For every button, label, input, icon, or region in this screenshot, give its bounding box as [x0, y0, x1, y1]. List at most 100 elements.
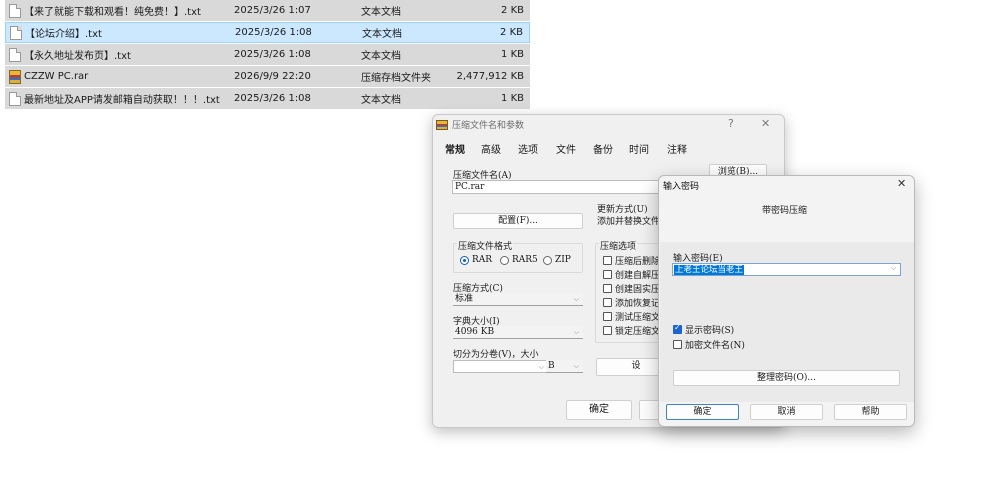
enter-password-dialog: 输入密码 ✕ 带密码压缩 输入密码(E) 上老王论坛当老王 ⌵ 显示密码(S) … — [658, 175, 915, 427]
dictionary-size-select[interactable]: 4096 KB ⌵ — [453, 326, 583, 339]
file-size: 1 KB — [501, 93, 524, 104]
add-recovery-record-checkbox[interactable]: 添加恢复记 — [603, 296, 660, 309]
txt-file-icon — [9, 3, 21, 18]
checkbox-icon — [603, 298, 612, 307]
radio-icon — [543, 255, 552, 265]
chevron-down-icon: ⌵ — [573, 328, 579, 336]
checkbox-icon — [603, 312, 612, 321]
option-label: 添加恢复记 — [615, 299, 661, 309]
archive-name-input[interactable]: PC.rar — [452, 180, 692, 194]
format-rar5-label: RAR5 — [512, 255, 538, 265]
tab-bar: 常规 高级 选项 文件 备份 时间 注释 — [433, 141, 784, 159]
password-dialog-title: 输入密码 — [663, 182, 700, 192]
compression-method-value: 标准 — [455, 294, 474, 304]
close-icon[interactable]: ✕ — [761, 117, 770, 130]
file-row[interactable]: 【永久地址发布页】.txt 2025/3/26 1:08 文本文档 1 KB — [5, 44, 530, 65]
compression-method-select[interactable]: 标准 ⌵ — [453, 293, 583, 306]
checkbox-icon — [603, 326, 612, 335]
tab-options[interactable]: 选项 — [518, 141, 538, 156]
option-label: 锁定压缩文 — [615, 327, 661, 337]
file-type: 文本文档 — [362, 29, 402, 40]
compression-options-label: 压缩选项 — [599, 239, 638, 252]
tab-comment[interactable]: 注释 — [667, 141, 687, 156]
txt-file-icon — [9, 47, 21, 62]
file-size: 2,477,912 KB — [456, 71, 525, 82]
dictionary-size-value: 4096 KB — [455, 327, 495, 337]
file-date: 2025/3/26 1:08 — [235, 27, 312, 38]
checkbox-icon — [603, 284, 612, 293]
file-name: 【论坛介绍】.txt — [25, 29, 102, 40]
split-volumes-label: 切分为分卷(V)，大小 — [453, 350, 539, 360]
organize-passwords-button[interactable]: 整理密码(O)... — [673, 370, 900, 386]
split-size-input[interactable]: ⌵ — [453, 360, 549, 373]
checkbox-icon — [603, 270, 612, 279]
update-mode-select[interactable]: 添加并替换文件 — [597, 214, 660, 227]
file-size: 1 KB — [501, 49, 524, 60]
file-row[interactable]: CZZW PC.rar 2026/9/9 22:20 压缩存档文件夹 2,477… — [5, 66, 530, 87]
txt-file-icon — [9, 91, 21, 106]
file-row[interactable]: 最新地址及APP请发邮箱自动获取！！！.txt 2025/3/26 1:08 文… — [5, 88, 530, 109]
profiles-button[interactable]: 配置(F)... — [453, 213, 583, 229]
delete-after-archiving-checkbox[interactable]: 压缩后删除 — [603, 254, 660, 267]
format-rar-radio[interactable]: RAR — [460, 255, 492, 265]
radio-icon — [500, 255, 509, 265]
ok-button[interactable]: 确定 — [666, 404, 739, 420]
file-type: 文本文档 — [361, 95, 401, 106]
password-input[interactable]: 上老王论坛当老王 ⌵ — [672, 263, 901, 276]
file-date: 2025/3/26 1:07 — [234, 5, 311, 16]
file-list: 【来了就能下载和观看！纯免费！】.txt 2025/3/26 1:07 文本文档… — [5, 0, 530, 110]
radio-selected-icon — [460, 255, 469, 265]
file-size: 2 KB — [500, 27, 523, 38]
tab-time[interactable]: 时间 — [629, 141, 649, 156]
file-type: 压缩存档文件夹 — [361, 73, 431, 84]
format-rar5-radio[interactable]: RAR5 — [500, 255, 538, 265]
format-rar-label: RAR — [472, 255, 493, 265]
file-type: 文本文档 — [361, 7, 401, 18]
tab-advanced[interactable]: 高级 — [481, 141, 501, 156]
file-date: 2025/3/26 1:08 — [234, 49, 311, 60]
encrypt-filenames-checkbox[interactable]: 加密文件名(N) — [673, 338, 745, 351]
dialog-title: 压缩文件名和参数 — [452, 121, 525, 131]
file-date: 2026/9/9 22:20 — [234, 71, 311, 82]
txt-file-icon — [10, 25, 22, 40]
show-password-checkbox[interactable]: 显示密码(S) — [673, 323, 734, 336]
close-icon[interactable]: ✕ — [897, 177, 906, 190]
ok-button[interactable]: 确定 — [566, 400, 632, 420]
split-unit-value: B — [548, 361, 555, 371]
password-dialog-heading: 带密码压缩 — [762, 206, 808, 216]
file-type: 文本文档 — [361, 51, 401, 62]
tab-files[interactable]: 文件 — [556, 141, 576, 156]
password-dialog-header: 带密码压缩 — [659, 194, 914, 242]
create-sfx-checkbox[interactable]: 创建自解压 — [603, 268, 660, 281]
checkbox-icon — [603, 256, 612, 265]
help-button[interactable]: 帮助 — [834, 404, 907, 420]
rar-archive-icon — [9, 69, 21, 84]
help-question-icon[interactable]: ? — [728, 117, 734, 130]
file-name: 【永久地址发布页】.txt — [24, 51, 131, 62]
file-name: CZZW PC.rar — [24, 71, 89, 82]
option-label: 压缩后删除 — [615, 257, 661, 267]
test-archived-files-checkbox[interactable]: 测试压缩文 — [603, 310, 660, 323]
checkbox-checked-icon — [673, 323, 682, 334]
tab-general[interactable]: 常规 — [445, 141, 465, 156]
chevron-down-icon: ⌵ — [538, 363, 544, 371]
lock-archive-checkbox[interactable]: 锁定压缩文 — [603, 324, 660, 337]
option-label: 创建固实压 — [615, 285, 661, 295]
file-date: 2025/3/26 1:08 — [234, 93, 311, 104]
file-name: 最新地址及APP请发邮箱自动获取！！！.txt — [24, 95, 220, 106]
show-password-label: 显示密码(S) — [685, 326, 735, 336]
split-unit-select[interactable]: B ⌵ — [546, 360, 583, 373]
tab-backup[interactable]: 备份 — [593, 141, 613, 156]
file-size: 2 KB — [501, 5, 524, 16]
create-solid-checkbox[interactable]: 创建固实压 — [603, 282, 660, 295]
cancel-button[interactable]: 取消 — [750, 404, 823, 420]
file-row[interactable]: 【来了就能下载和观看！纯免费！】.txt 2025/3/26 1:07 文本文档… — [5, 0, 530, 21]
password-value: 上老王论坛当老王 — [674, 265, 745, 275]
archive-format-label: 压缩文件格式 — [457, 239, 514, 252]
format-zip-label: ZIP — [555, 255, 571, 265]
format-zip-radio[interactable]: ZIP — [543, 255, 571, 265]
winrar-app-icon — [436, 120, 448, 130]
file-row-selected[interactable]: 【论坛介绍】.txt 2025/3/26 1:08 文本文档 2 KB — [5, 22, 530, 43]
dialog-titlebar[interactable]: 压缩文件名和参数 ? ✕ — [433, 115, 784, 135]
chevron-down-icon: ⌵ — [573, 362, 579, 370]
